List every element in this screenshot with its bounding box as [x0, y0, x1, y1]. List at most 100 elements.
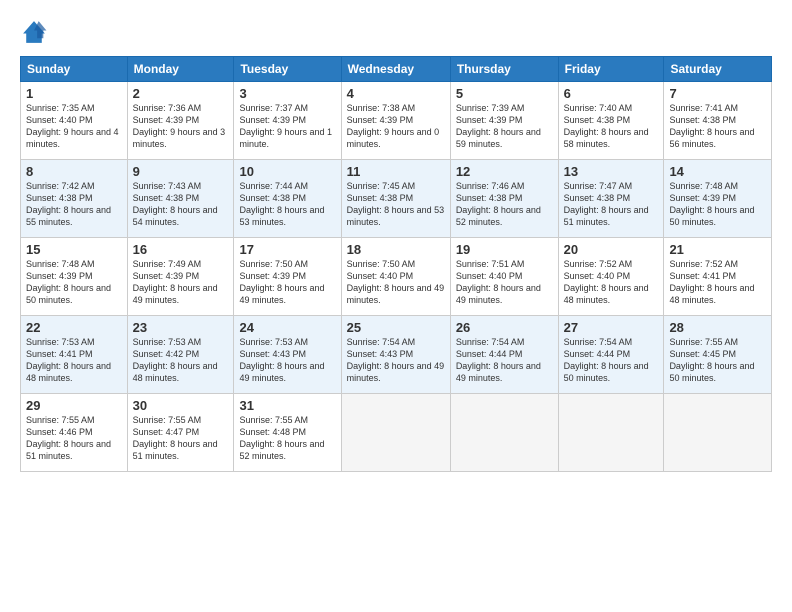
day-number: 7	[669, 86, 766, 101]
day-info: Sunrise: 7:54 AMSunset: 4:44 PMDaylight:…	[564, 336, 659, 385]
logo	[20, 18, 52, 46]
calendar-cell: 29Sunrise: 7:55 AMSunset: 4:46 PMDayligh…	[21, 394, 128, 472]
day-number: 26	[456, 320, 553, 335]
day-number: 28	[669, 320, 766, 335]
calendar-cell	[341, 394, 450, 472]
day-info: Sunrise: 7:45 AMSunset: 4:38 PMDaylight:…	[347, 180, 445, 229]
day-number: 23	[133, 320, 229, 335]
day-info: Sunrise: 7:53 AMSunset: 4:42 PMDaylight:…	[133, 336, 229, 385]
day-info: Sunrise: 7:36 AMSunset: 4:39 PMDaylight:…	[133, 102, 229, 151]
calendar-cell: 7Sunrise: 7:41 AMSunset: 4:38 PMDaylight…	[664, 82, 772, 160]
day-number: 6	[564, 86, 659, 101]
day-number: 16	[133, 242, 229, 257]
header	[20, 18, 772, 46]
calendar-week-row: 15Sunrise: 7:48 AMSunset: 4:39 PMDayligh…	[21, 238, 772, 316]
calendar-cell: 30Sunrise: 7:55 AMSunset: 4:47 PMDayligh…	[127, 394, 234, 472]
column-header-wednesday: Wednesday	[341, 57, 450, 82]
calendar-cell: 19Sunrise: 7:51 AMSunset: 4:40 PMDayligh…	[450, 238, 558, 316]
day-info: Sunrise: 7:54 AMSunset: 4:44 PMDaylight:…	[456, 336, 553, 385]
day-info: Sunrise: 7:52 AMSunset: 4:41 PMDaylight:…	[669, 258, 766, 307]
day-info: Sunrise: 7:55 AMSunset: 4:47 PMDaylight:…	[133, 414, 229, 463]
calendar-cell: 6Sunrise: 7:40 AMSunset: 4:38 PMDaylight…	[558, 82, 664, 160]
day-info: Sunrise: 7:39 AMSunset: 4:39 PMDaylight:…	[456, 102, 553, 151]
day-info: Sunrise: 7:44 AMSunset: 4:38 PMDaylight:…	[239, 180, 335, 229]
day-number: 12	[456, 164, 553, 179]
calendar-cell: 26Sunrise: 7:54 AMSunset: 4:44 PMDayligh…	[450, 316, 558, 394]
calendar-cell: 3Sunrise: 7:37 AMSunset: 4:39 PMDaylight…	[234, 82, 341, 160]
day-info: Sunrise: 7:50 AMSunset: 4:39 PMDaylight:…	[239, 258, 335, 307]
column-header-friday: Friday	[558, 57, 664, 82]
day-info: Sunrise: 7:43 AMSunset: 4:38 PMDaylight:…	[133, 180, 229, 229]
day-number: 22	[26, 320, 122, 335]
calendar-cell: 11Sunrise: 7:45 AMSunset: 4:38 PMDayligh…	[341, 160, 450, 238]
day-number: 10	[239, 164, 335, 179]
day-info: Sunrise: 7:52 AMSunset: 4:40 PMDaylight:…	[564, 258, 659, 307]
calendar-cell: 12Sunrise: 7:46 AMSunset: 4:38 PMDayligh…	[450, 160, 558, 238]
day-number: 9	[133, 164, 229, 179]
calendar-cell: 9Sunrise: 7:43 AMSunset: 4:38 PMDaylight…	[127, 160, 234, 238]
day-info: Sunrise: 7:38 AMSunset: 4:39 PMDaylight:…	[347, 102, 445, 151]
calendar-cell: 14Sunrise: 7:48 AMSunset: 4:39 PMDayligh…	[664, 160, 772, 238]
day-info: Sunrise: 7:53 AMSunset: 4:41 PMDaylight:…	[26, 336, 122, 385]
day-info: Sunrise: 7:46 AMSunset: 4:38 PMDaylight:…	[456, 180, 553, 229]
column-header-sunday: Sunday	[21, 57, 128, 82]
day-info: Sunrise: 7:35 AMSunset: 4:40 PMDaylight:…	[26, 102, 122, 151]
calendar-cell: 21Sunrise: 7:52 AMSunset: 4:41 PMDayligh…	[664, 238, 772, 316]
day-info: Sunrise: 7:48 AMSunset: 4:39 PMDaylight:…	[26, 258, 122, 307]
calendar-cell: 17Sunrise: 7:50 AMSunset: 4:39 PMDayligh…	[234, 238, 341, 316]
calendar: SundayMondayTuesdayWednesdayThursdayFrid…	[20, 56, 772, 472]
day-number: 14	[669, 164, 766, 179]
calendar-cell: 18Sunrise: 7:50 AMSunset: 4:40 PMDayligh…	[341, 238, 450, 316]
column-header-monday: Monday	[127, 57, 234, 82]
day-number: 3	[239, 86, 335, 101]
day-number: 1	[26, 86, 122, 101]
calendar-week-row: 1Sunrise: 7:35 AMSunset: 4:40 PMDaylight…	[21, 82, 772, 160]
day-number: 11	[347, 164, 445, 179]
calendar-cell: 13Sunrise: 7:47 AMSunset: 4:38 PMDayligh…	[558, 160, 664, 238]
page: SundayMondayTuesdayWednesdayThursdayFrid…	[0, 0, 792, 612]
calendar-week-row: 22Sunrise: 7:53 AMSunset: 4:41 PMDayligh…	[21, 316, 772, 394]
day-info: Sunrise: 7:47 AMSunset: 4:38 PMDaylight:…	[564, 180, 659, 229]
calendar-cell: 15Sunrise: 7:48 AMSunset: 4:39 PMDayligh…	[21, 238, 128, 316]
calendar-cell: 16Sunrise: 7:49 AMSunset: 4:39 PMDayligh…	[127, 238, 234, 316]
calendar-cell: 27Sunrise: 7:54 AMSunset: 4:44 PMDayligh…	[558, 316, 664, 394]
day-info: Sunrise: 7:42 AMSunset: 4:38 PMDaylight:…	[26, 180, 122, 229]
calendar-cell: 24Sunrise: 7:53 AMSunset: 4:43 PMDayligh…	[234, 316, 341, 394]
calendar-cell	[558, 394, 664, 472]
calendar-cell: 23Sunrise: 7:53 AMSunset: 4:42 PMDayligh…	[127, 316, 234, 394]
calendar-cell: 10Sunrise: 7:44 AMSunset: 4:38 PMDayligh…	[234, 160, 341, 238]
day-info: Sunrise: 7:41 AMSunset: 4:38 PMDaylight:…	[669, 102, 766, 151]
day-number: 29	[26, 398, 122, 413]
column-header-thursday: Thursday	[450, 57, 558, 82]
calendar-header-row: SundayMondayTuesdayWednesdayThursdayFrid…	[21, 57, 772, 82]
calendar-cell	[664, 394, 772, 472]
column-header-tuesday: Tuesday	[234, 57, 341, 82]
day-number: 4	[347, 86, 445, 101]
day-info: Sunrise: 7:55 AMSunset: 4:48 PMDaylight:…	[239, 414, 335, 463]
calendar-cell: 4Sunrise: 7:38 AMSunset: 4:39 PMDaylight…	[341, 82, 450, 160]
day-number: 21	[669, 242, 766, 257]
logo-icon	[20, 18, 48, 46]
calendar-cell: 5Sunrise: 7:39 AMSunset: 4:39 PMDaylight…	[450, 82, 558, 160]
day-number: 31	[239, 398, 335, 413]
calendar-cell	[450, 394, 558, 472]
calendar-week-row: 8Sunrise: 7:42 AMSunset: 4:38 PMDaylight…	[21, 160, 772, 238]
day-info: Sunrise: 7:53 AMSunset: 4:43 PMDaylight:…	[239, 336, 335, 385]
day-info: Sunrise: 7:55 AMSunset: 4:46 PMDaylight:…	[26, 414, 122, 463]
day-info: Sunrise: 7:51 AMSunset: 4:40 PMDaylight:…	[456, 258, 553, 307]
day-number: 18	[347, 242, 445, 257]
day-number: 13	[564, 164, 659, 179]
calendar-week-row: 29Sunrise: 7:55 AMSunset: 4:46 PMDayligh…	[21, 394, 772, 472]
calendar-cell: 2Sunrise: 7:36 AMSunset: 4:39 PMDaylight…	[127, 82, 234, 160]
calendar-cell: 20Sunrise: 7:52 AMSunset: 4:40 PMDayligh…	[558, 238, 664, 316]
day-info: Sunrise: 7:37 AMSunset: 4:39 PMDaylight:…	[239, 102, 335, 151]
day-number: 27	[564, 320, 659, 335]
day-number: 30	[133, 398, 229, 413]
day-info: Sunrise: 7:48 AMSunset: 4:39 PMDaylight:…	[669, 180, 766, 229]
calendar-cell: 8Sunrise: 7:42 AMSunset: 4:38 PMDaylight…	[21, 160, 128, 238]
calendar-cell: 31Sunrise: 7:55 AMSunset: 4:48 PMDayligh…	[234, 394, 341, 472]
day-info: Sunrise: 7:40 AMSunset: 4:38 PMDaylight:…	[564, 102, 659, 151]
column-header-saturday: Saturday	[664, 57, 772, 82]
calendar-cell: 28Sunrise: 7:55 AMSunset: 4:45 PMDayligh…	[664, 316, 772, 394]
calendar-cell: 25Sunrise: 7:54 AMSunset: 4:43 PMDayligh…	[341, 316, 450, 394]
